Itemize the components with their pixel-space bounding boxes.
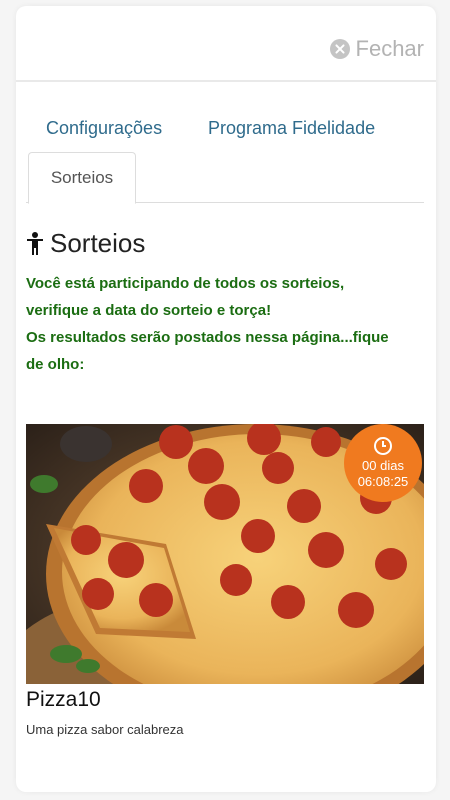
close-icon [329,39,350,59]
section-title-text: Sorteios [50,228,146,258]
person-icon [27,231,43,255]
message-line: verifique a data do sorteio e torça! [26,302,272,319]
tab-programa-fidelidade[interactable]: Programa Fidelidade [208,118,375,139]
section-title: Sorteios [26,228,145,259]
raffle-item-title: Pizza10 [26,688,101,711]
message-line: de olho: [26,356,85,373]
close-button[interactable]: Fechar [329,36,424,62]
tab-configuracoes[interactable]: Configurações [46,118,162,139]
raffle-card: Fechar Configurações Programa Fidelidade… [16,6,436,792]
countdown-days: 00 dias [362,457,404,473]
message-line: Você está participando de todos os sorte… [26,275,345,292]
countdown-time: 06:08:25 [357,473,409,489]
participation-message: Você está participando de todos os sorte… [26,270,426,378]
modal-header: Fechar [16,6,436,82]
countdown-badge: 00 dias 06:08:25 [344,424,422,502]
message-line: Os resultados serão postados nessa págin… [26,329,389,346]
close-label: Fechar [355,36,424,61]
tab-sorteios[interactable]: Sorteios [28,152,136,204]
clock-icon [374,436,392,455]
raffle-item-description: Uma pizza sabor calabreza [26,722,184,737]
pizza-image[interactable]: 00 dias 06:08:25 [26,424,424,684]
